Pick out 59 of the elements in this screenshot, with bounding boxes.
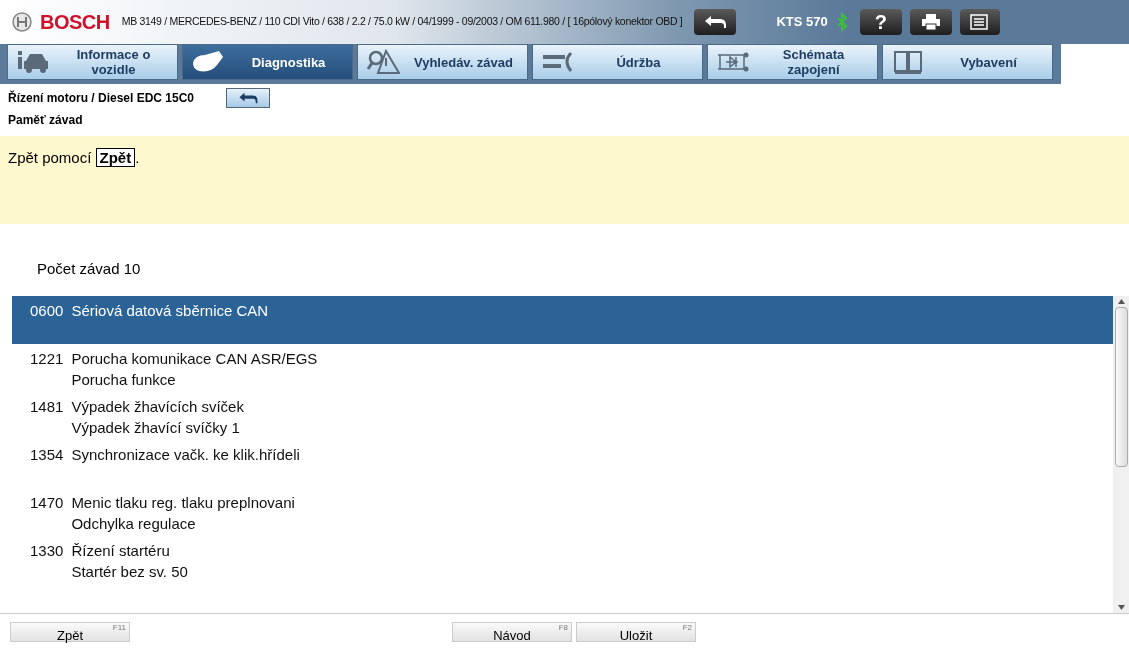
scrollbar[interactable] <box>1113 296 1129 613</box>
fault-code: 1330 <box>30 541 64 561</box>
tab[interactable]: Vyhledáv. závad <box>357 44 528 80</box>
tab[interactable]: Údržba <box>532 44 703 80</box>
fault-description: Synchronizace vačk. ke klik.hřídeli <box>71 445 300 465</box>
fault-row[interactable]: 0600 Sériová datová sběrnice CAN <box>12 296 1113 344</box>
scroll-down-icon[interactable] <box>1117 605 1125 610</box>
fault-row[interactable]: 1330 Řízení startéru Startér bez sv. 50 <box>12 536 1113 584</box>
fault-description: Řízení startéru <box>71 541 171 561</box>
tab[interactable]: Schémata zapojení <box>707 44 878 80</box>
fault-description: Porucha funkce <box>71 370 177 390</box>
return-arrow-icon <box>703 15 728 29</box>
fault-description: Výpadek žhavící svíčky 1 <box>71 418 241 438</box>
print-button[interactable] <box>909 9 952 35</box>
tab[interactable]: Diagnostika <box>182 44 353 80</box>
fault-description: Sériová datová sběrnice CAN <box>71 301 269 321</box>
bosch-logo-icon <box>12 12 32 32</box>
scroll-up-icon[interactable] <box>1117 299 1125 304</box>
fault-code: 1481 <box>30 397 64 417</box>
fault-count: Počet závad 10 <box>37 259 142 278</box>
notice-text: Zpět pomocí Zpět. <box>8 148 140 167</box>
device-name: KTS 570 <box>776 13 828 32</box>
breadcrumb: Řízení motoru / Diesel EDC 15C0 <box>8 89 195 107</box>
magnifier-warning-icon <box>366 49 400 75</box>
fault-description: Porucha komunikace CAN ASR/EGS <box>71 349 318 369</box>
section-title: Paměť závad <box>7 112 84 129</box>
fault-code: 0600 <box>30 301 64 321</box>
fault-description: Startér bez sv. 50 <box>71 562 188 582</box>
shortcut-key: F8 <box>558 624 568 632</box>
shortcut-key: F2 <box>682 624 692 632</box>
back-button[interactable] <box>694 9 737 35</box>
car-info-icon <box>16 49 50 75</box>
fault-description: Výpadek žhavících svíček <box>71 397 244 417</box>
return-button[interactable] <box>226 88 271 108</box>
bluetooth-icon <box>835 12 848 32</box>
scroll-thumb[interactable] <box>1114 307 1128 467</box>
list-button[interactable] <box>959 9 1000 35</box>
footer-button[interactable]: Uložit F2 <box>576 622 696 642</box>
fault-row[interactable]: 1221 Porucha komunikace CAN ASR/EGS Porucha funkce <box>12 344 1113 392</box>
brand-name: BOSCH <box>40 10 110 35</box>
fault-code: 1470 <box>30 493 64 513</box>
fault-description: Odchylka regulace <box>71 514 197 534</box>
tab[interactable]: Vybavení <box>882 44 1053 80</box>
printer-icon <box>920 13 941 31</box>
return-arrow-icon <box>237 92 260 104</box>
fault-code: 1221 <box>30 349 64 369</box>
fault-row[interactable]: 1470 Menic tlaku reg. tlaku preplnovani Odchylka regulace <box>12 488 1113 536</box>
vehicle-info: MB 3149 / MERCEDES-BENZ / 110 CDI Vito / 638 / 2.2 / 75.0 kW / 04/1999 - 09/2003 / OM 611.980 / [ 16pólový konektor OBD ] <box>121 14 683 30</box>
footer-button[interactable]: Návod F8 <box>452 622 572 642</box>
footer-button[interactable]: Zpět F11 <box>10 622 130 642</box>
shortcut-key: F11 <box>112 624 126 632</box>
list-icon <box>969 14 990 30</box>
fault-row[interactable]: 1481 Výpadek žhavících svíček Výpadek žhavící svíčky 1 <box>12 392 1113 440</box>
fault-code: 1354 <box>30 445 64 465</box>
fault-description: Menic tlaku reg. tlaku preplnovani <box>71 493 295 513</box>
book-icon <box>891 49 925 75</box>
tab[interactable]: Informace o vozidle <box>7 44 178 80</box>
fault-row[interactable]: 1354 Synchronizace vačk. ke klik.hřídeli <box>12 440 1113 488</box>
help-button[interactable]: ? <box>859 9 902 35</box>
